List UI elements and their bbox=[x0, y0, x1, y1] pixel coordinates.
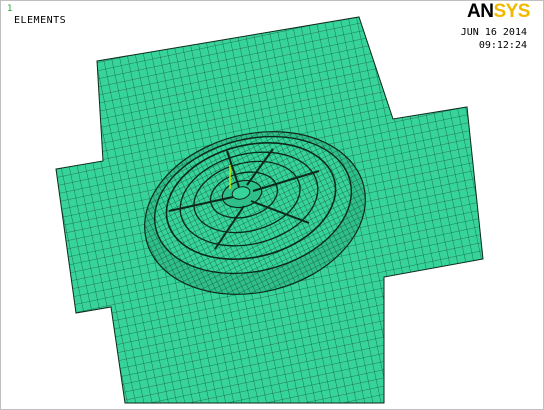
graphics-window[interactable]: 1 ELEMENTS ANSYS JUN 16 2014 09:12:24 bbox=[0, 0, 544, 410]
element-mesh-plot[interactable] bbox=[1, 1, 544, 410]
